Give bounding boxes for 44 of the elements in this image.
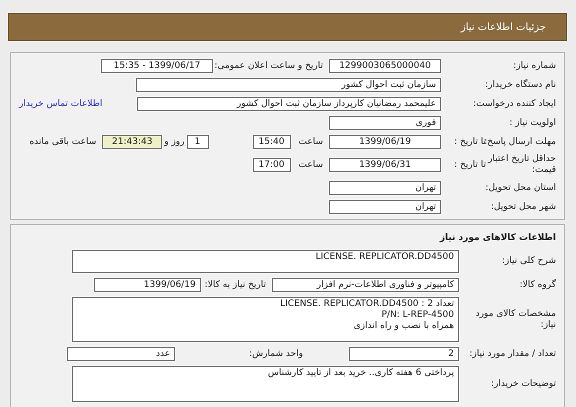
- text-field[interactable]: 17:00: [252, 158, 290, 172]
- notes-field[interactable]: پرداختی 6 هفته کاری.. خرید بعد از تایید کارشناس: [72, 366, 459, 402]
- text-field[interactable]: 1399/06/19: [94, 278, 201, 292]
- field-label: نام دستگاه خریدار:: [484, 80, 556, 90]
- field-label: ایجاد کننده درخواست:: [472, 98, 556, 110]
- text-field[interactable]: 2: [349, 347, 459, 361]
- field-label: روز و: [164, 137, 184, 147]
- text-field[interactable]: علیمحمد رمضانیان کارپرداز سازمان ثبت احوال کشور: [137, 97, 441, 111]
- field-label: تاریخ و ساعت اعلان عمومی:: [213, 60, 323, 72]
- field-label: تاریخ نیاز به کالا:: [204, 280, 266, 290]
- text-field[interactable]: 1299003065000040: [329, 59, 441, 73]
- text-field[interactable]: 1399/06/19: [329, 135, 441, 149]
- field-label: استان محل تحویل:: [484, 182, 556, 194]
- contact-link[interactable]: اطلاعات تماس خریدار: [19, 99, 102, 109]
- field-label: مهلت ارسال پاسخ:: [486, 136, 556, 148]
- text-field[interactable]: فوری: [329, 116, 441, 130]
- field-label: حداقل تاریخ اعتبار قیمت:: [486, 154, 556, 176]
- text-field[interactable]: 1399/06/31: [329, 158, 441, 172]
- field-label: مشخصات کالای مورد نیاز:: [474, 308, 556, 330]
- field-label: ساعت: [298, 160, 323, 170]
- text-field[interactable]: 15:40: [252, 135, 290, 149]
- field-label: تا تاریخ :: [453, 136, 486, 148]
- field-label: تا تاریخ :: [453, 160, 486, 170]
- text-field[interactable]: 1399/06/17 - 15:35: [101, 59, 213, 73]
- field-label: ساعت: [298, 137, 323, 147]
- text-field[interactable]: سازمان ثبت احوال کشور: [136, 78, 441, 92]
- field-label: شماره نیاز:: [512, 60, 556, 72]
- field-label: ساعت باقی مانده: [29, 137, 96, 147]
- remaining-time-field[interactable]: 21:43:43: [102, 135, 162, 149]
- field-label: واحد شمارش:: [249, 349, 303, 359]
- field-label: گروه کالا:: [518, 280, 556, 290]
- text-field[interactable]: عدد: [67, 347, 176, 361]
- text-field[interactable]: کامپیوتر و فناوری اطلاعات-نرم افزار: [272, 278, 459, 292]
- text-field[interactable]: تهران: [329, 200, 441, 214]
- page-title: جزئیات اطلاعات نیاز: [460, 22, 546, 32]
- field-label: اولویت نیاز :: [508, 118, 556, 128]
- section-title: اطلاعات کالاهای مورد نیاز: [440, 233, 556, 243]
- field-label: توضیحات خریدار:: [490, 378, 556, 390]
- text-field[interactable]: تهران: [329, 181, 441, 195]
- summary-field[interactable]: LICENSE. REPLICATOR.DD4500: [72, 250, 459, 273]
- field-label: شهر محل تحویل:: [490, 202, 556, 212]
- text-field[interactable]: 1: [186, 135, 208, 149]
- field-label: تعداد / مقدار مورد نیاز:: [468, 348, 556, 360]
- field-label: شرح کلی نیاز:: [500, 256, 556, 267]
